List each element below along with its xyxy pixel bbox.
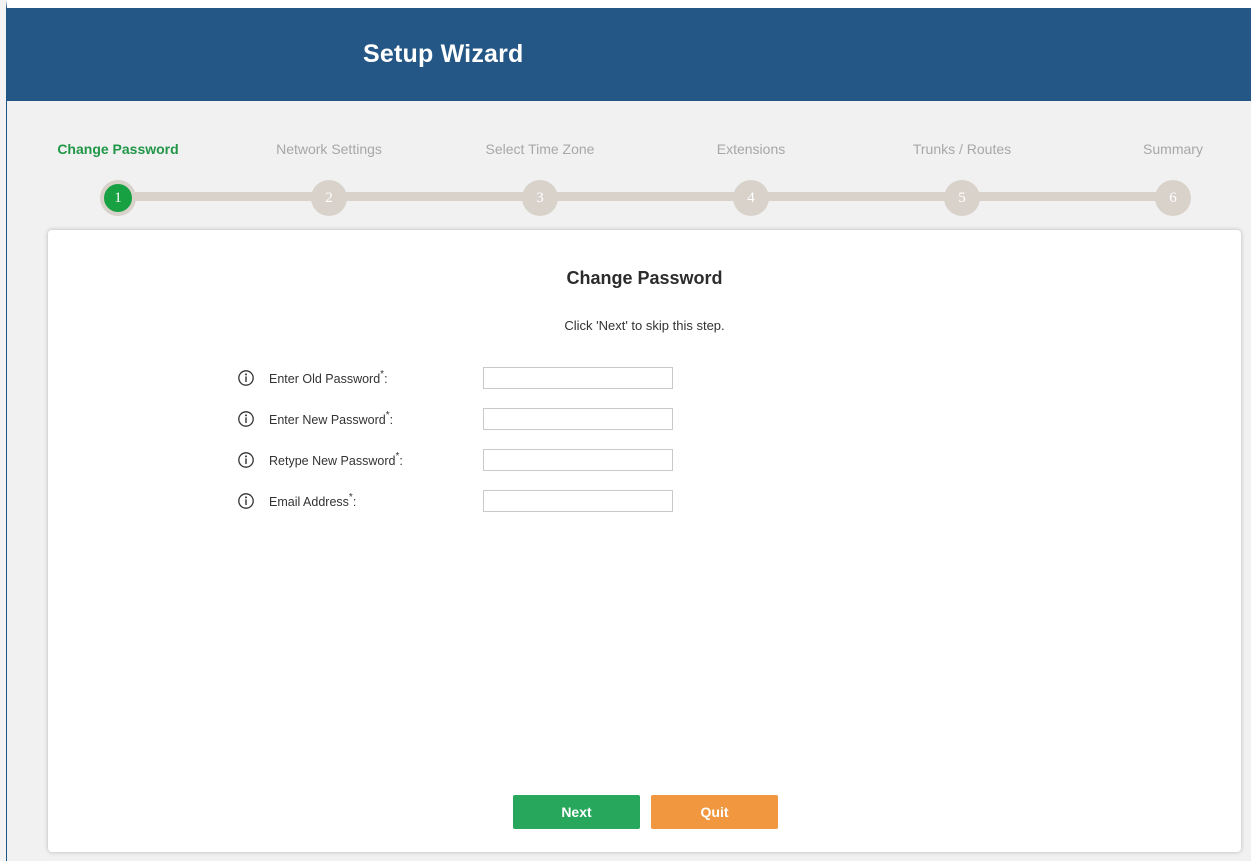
step-change-password[interactable]: Change Password 1	[18, 101, 218, 231]
wizard-steps: Change Password 1 Network Settings 2 Sel…	[7, 101, 1251, 231]
step-label: Trunks / Routes	[912, 141, 1012, 157]
form-title: Change Password	[566, 268, 723, 288]
step-number-circle: 6	[1155, 180, 1191, 216]
email-row: Email Address*:	[237, 490, 697, 514]
step-extensions[interactable]: Extensions 4	[651, 101, 851, 231]
email-input[interactable]	[483, 490, 673, 512]
header-bar: Setup Wizard	[7, 8, 1251, 101]
page-title: Setup Wizard	[363, 40, 524, 68]
step-label: Change Password	[57, 141, 179, 157]
old-password-label: Enter Old Password*:	[269, 369, 388, 387]
step-number-circle: 1	[100, 180, 136, 216]
retype-password-input[interactable]	[483, 449, 673, 471]
step-number-circle: 2	[311, 180, 347, 216]
new-password-row: Enter New Password*:	[237, 408, 697, 432]
new-password-input[interactable]	[483, 408, 673, 430]
retype-password-label: Retype New Password*:	[269, 451, 403, 469]
step-number-circle: 5	[944, 180, 980, 216]
info-icon[interactable]	[237, 410, 255, 428]
change-password-card: Change Password Click 'Next' to skip thi…	[48, 230, 1241, 852]
new-password-label: Enter New Password*:	[269, 410, 394, 428]
info-icon[interactable]	[237, 492, 255, 510]
old-password-input[interactable]	[483, 367, 673, 389]
step-summary[interactable]: Summary 6	[1073, 101, 1251, 231]
step-label: Extensions	[716, 141, 786, 157]
step-select-time-zone[interactable]: Select Time Zone 3	[440, 101, 640, 231]
step-trunks-routes[interactable]: Trunks / Routes 5	[862, 101, 1062, 231]
step-label: Network Settings	[276, 141, 382, 157]
step-number-circle: 3	[522, 180, 558, 216]
info-icon[interactable]	[237, 451, 255, 469]
form-subtitle: Click 'Next' to skip this step.	[564, 318, 725, 333]
retype-password-row: Retype New Password*:	[237, 449, 697, 473]
setup-wizard-window: Setup Wizard Change Password 1 Network S…	[6, 0, 1251, 861]
info-icon[interactable]	[237, 369, 255, 387]
next-button[interactable]: Next	[513, 795, 640, 829]
email-label: Email Address*:	[269, 492, 357, 510]
old-password-row: Enter Old Password*:	[237, 367, 697, 391]
step-number-circle: 4	[733, 180, 769, 216]
quit-button[interactable]: Quit	[651, 795, 778, 829]
step-network-settings[interactable]: Network Settings 2	[229, 101, 429, 231]
step-label: Summary	[1143, 141, 1203, 157]
step-label: Select Time Zone	[485, 141, 595, 157]
